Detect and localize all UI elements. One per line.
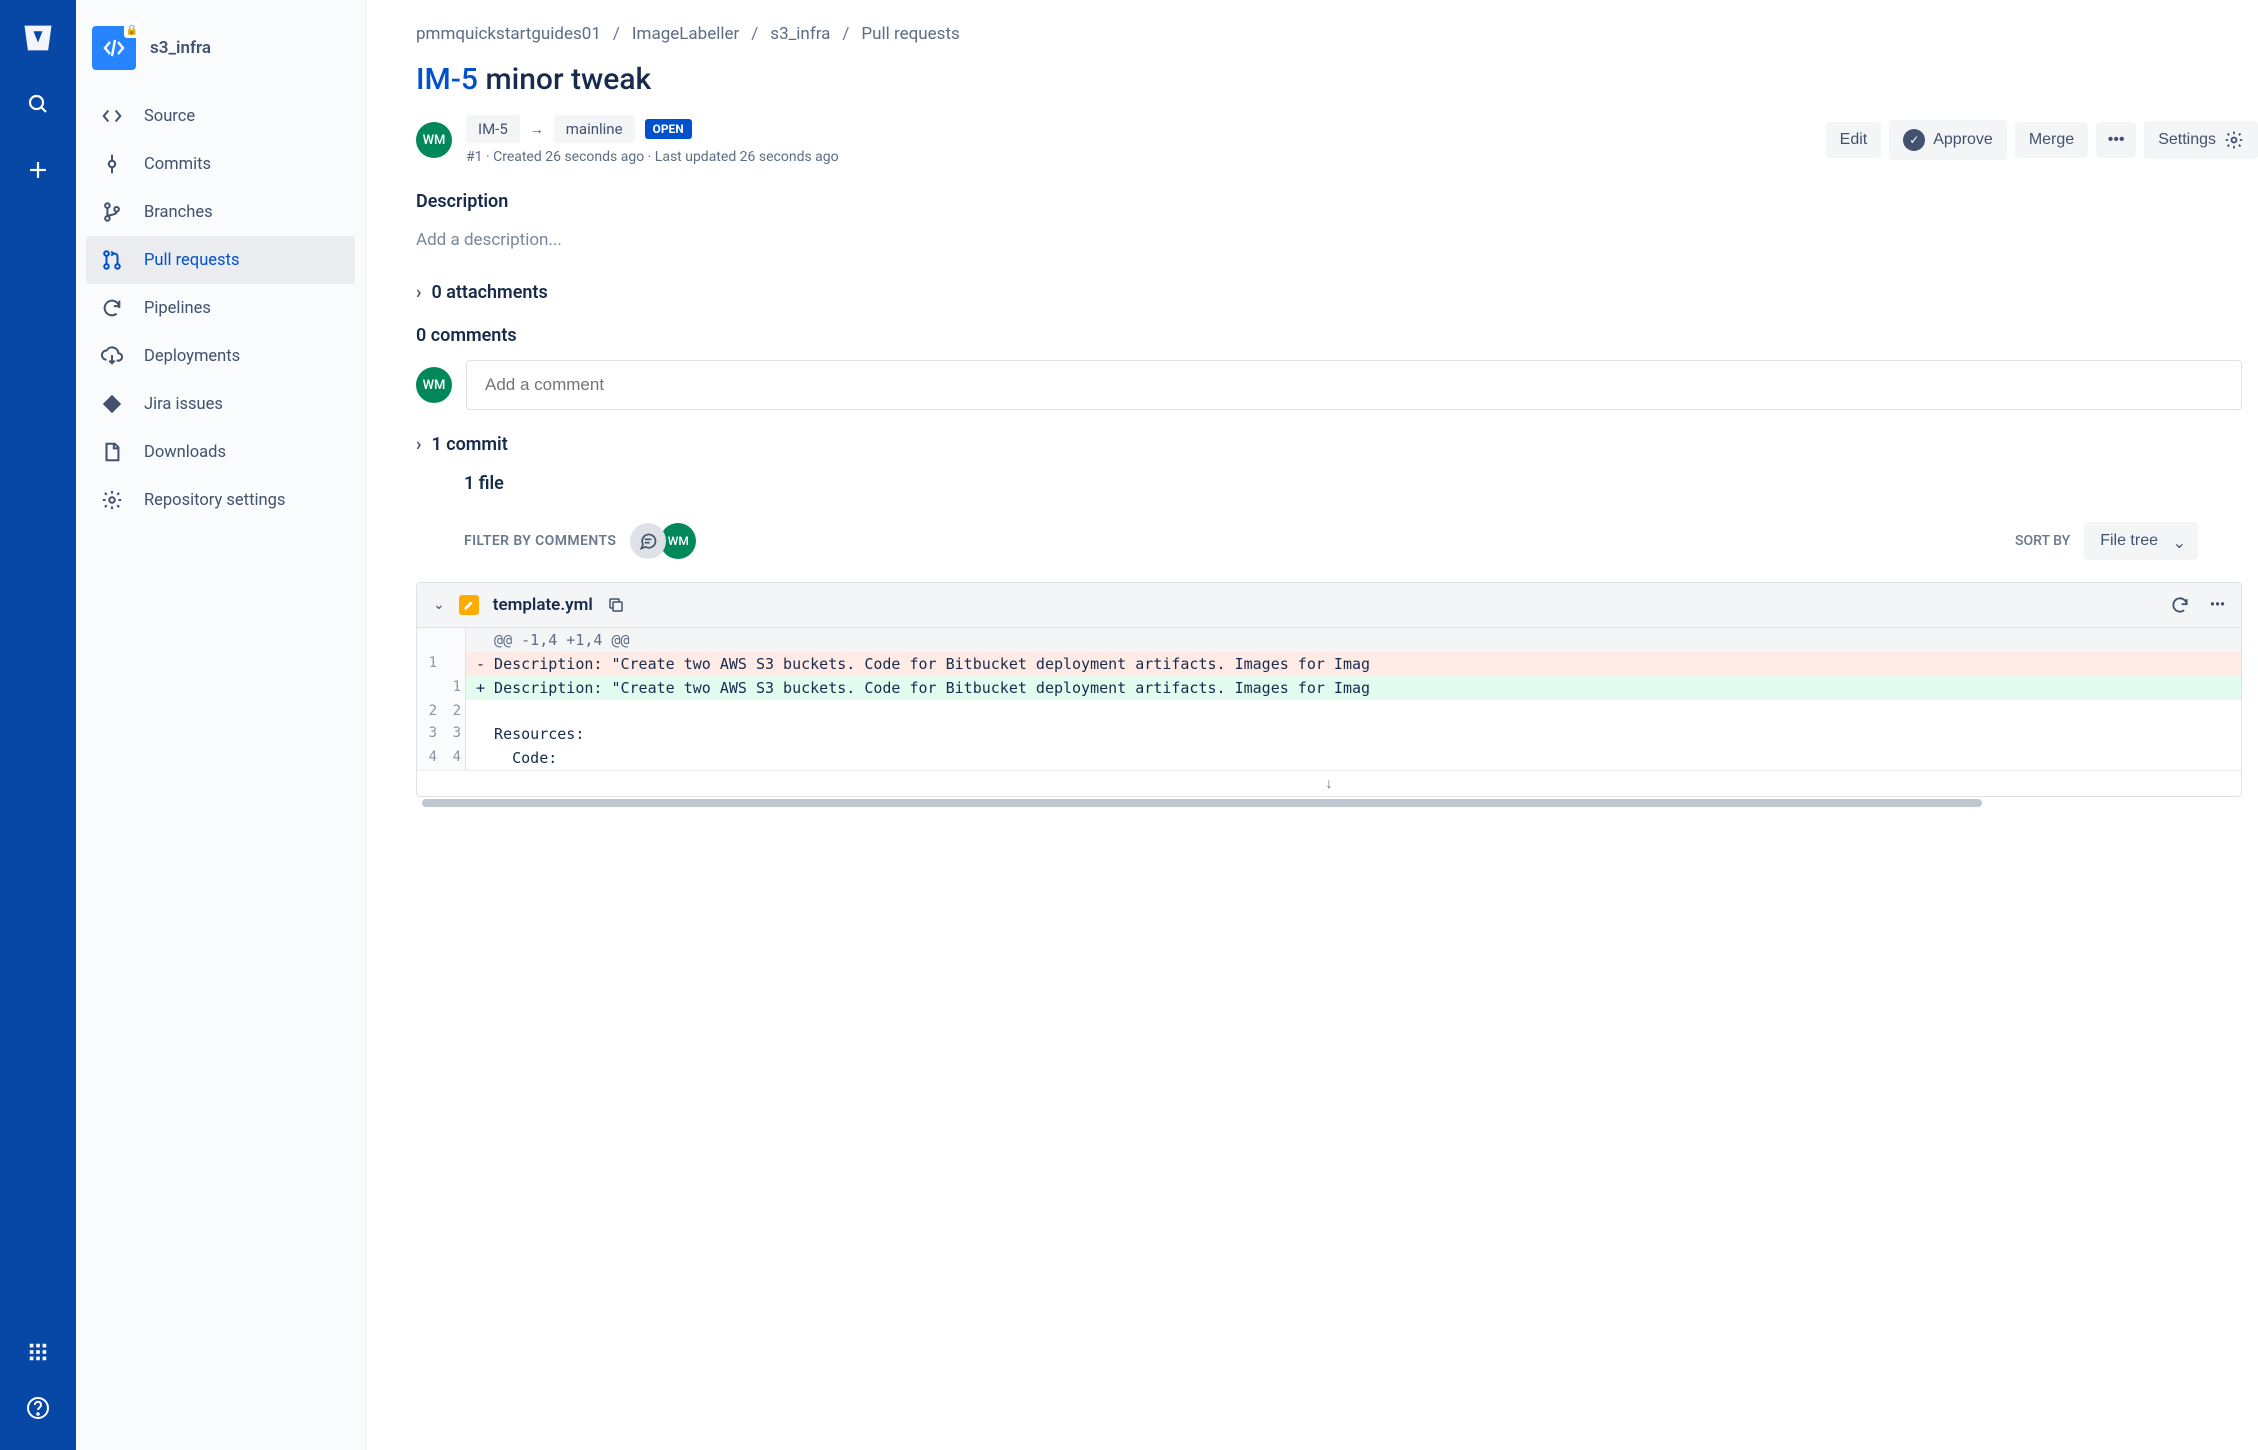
sidebar-item-label: Commits xyxy=(144,155,211,174)
diff-line[interactable]: 22 xyxy=(417,700,2241,722)
sidebar-item-label: Pull requests xyxy=(144,251,239,270)
settings-button[interactable]: Settings xyxy=(2144,121,2258,159)
sidebar-item-source[interactable]: Source xyxy=(86,92,355,140)
gear-icon xyxy=(2224,130,2244,150)
filter-by-comments-label: FILTER BY COMMENTS xyxy=(464,533,616,549)
lock-icon: 🔒 xyxy=(124,22,140,38)
diff-file: ⌄ template.yml ••• @@ -1,4 +1,4 @@1- Des… xyxy=(416,582,2242,797)
repo-name: s3_infra xyxy=(150,38,211,58)
diff-filename[interactable]: template.yml xyxy=(493,595,593,615)
breadcrumb-section[interactable]: Pull requests xyxy=(861,24,959,44)
diff-line[interactable]: 33 Resources: xyxy=(417,722,2241,746)
breadcrumb-repo[interactable]: s3_infra xyxy=(770,24,830,44)
sidebar-item-deployments[interactable]: Deployments xyxy=(86,332,355,380)
refresh-icon[interactable] xyxy=(2170,595,2190,615)
target-branch[interactable]: mainline xyxy=(554,115,635,143)
merge-button[interactable]: Merge xyxy=(2015,122,2088,158)
more-actions-button[interactable]: ••• xyxy=(2096,122,2136,158)
attachments-toggle[interactable]: › 0 attachments xyxy=(416,282,2258,303)
pr-meta: #1 · Created 26 seconds ago · Last updat… xyxy=(466,149,1812,165)
sidebar-item-repo-settings[interactable]: Repository settings xyxy=(86,476,355,524)
approve-button[interactable]: ✓ Approve xyxy=(1889,120,2007,160)
source-icon xyxy=(100,104,124,128)
chevron-down-icon[interactable]: ⌄ xyxy=(433,597,445,613)
sidebar-item-pull-requests[interactable]: Pull requests xyxy=(86,236,355,284)
downloads-icon xyxy=(100,440,124,464)
commits-toggle[interactable]: › 1 commit xyxy=(416,434,2258,455)
comment-input[interactable] xyxy=(466,360,2242,410)
sort-by-label: SORT BY xyxy=(2015,533,2070,549)
jira-icon xyxy=(100,392,124,416)
gear-icon xyxy=(100,488,124,512)
diff-line[interactable]: 44 Code: xyxy=(417,746,2241,770)
sidebar-item-label: Source xyxy=(144,107,195,126)
commits-icon xyxy=(100,152,124,176)
diff-line[interactable]: 1- Description: "Create two AWS S3 bucke… xyxy=(417,652,2241,676)
expand-diff-button[interactable]: ↓ xyxy=(417,770,2241,796)
filter-all-comments-button[interactable] xyxy=(630,523,666,559)
sidebar-item-pipelines[interactable]: Pipelines xyxy=(86,284,355,332)
edit-button[interactable]: Edit xyxy=(1826,122,1882,158)
breadcrumb: pmmquickstartguides01/ ImageLabeller/ s3… xyxy=(416,24,2258,44)
check-circle-icon: ✓ xyxy=(1903,129,1925,151)
pr-title: IM-5 minor tweak xyxy=(416,62,2258,97)
file-count: 1 file xyxy=(464,473,2258,494)
repo-sidebar: 🔒 s3_infra Source Commits Branches Pull … xyxy=(76,0,366,1450)
ellipsis-icon[interactable]: ••• xyxy=(2210,597,2225,613)
branches-icon xyxy=(100,200,124,224)
diff-line[interactable]: 1+ Description: "Create two AWS S3 bucke… xyxy=(417,676,2241,700)
deployments-icon xyxy=(100,344,124,368)
arrow-right-icon: → xyxy=(530,121,544,138)
horizontal-scrollbar[interactable] xyxy=(416,799,2242,809)
description-placeholder[interactable]: Add a description... xyxy=(416,226,2258,254)
sidebar-item-label: Deployments xyxy=(144,347,240,366)
source-branch[interactable]: IM-5 xyxy=(466,115,520,143)
repo-header[interactable]: 🔒 s3_infra xyxy=(86,20,355,88)
sidebar-item-label: Pipelines xyxy=(144,299,211,318)
ellipsis-icon: ••• xyxy=(2108,131,2125,149)
sidebar-item-label: Branches xyxy=(144,203,213,222)
chevron-down-icon: ⌄ xyxy=(2173,533,2186,553)
sidebar-item-commits[interactable]: Commits xyxy=(86,140,355,188)
search-icon[interactable] xyxy=(20,86,56,122)
breadcrumb-workspace[interactable]: pmmquickstartguides01 xyxy=(416,24,601,44)
help-icon[interactable] xyxy=(20,1390,56,1426)
main-content: pmmquickstartguides01/ ImageLabeller/ s3… xyxy=(366,0,2258,1450)
author-avatar[interactable]: WM xyxy=(416,122,452,158)
sidebar-item-jira-issues[interactable]: Jira issues xyxy=(86,380,355,428)
copy-icon[interactable] xyxy=(607,596,625,614)
pipelines-icon xyxy=(100,296,124,320)
chevron-right-icon: › xyxy=(416,282,421,303)
sidebar-item-downloads[interactable]: Downloads xyxy=(86,428,355,476)
issue-key-link[interactable]: IM-5 xyxy=(416,62,478,97)
pull-requests-icon xyxy=(100,248,124,272)
modified-badge-icon xyxy=(459,595,479,615)
breadcrumb-project[interactable]: ImageLabeller xyxy=(632,24,739,44)
description-heading: Description xyxy=(416,191,2258,212)
bitbucket-logo-icon[interactable] xyxy=(20,20,56,56)
global-rail xyxy=(0,0,76,1450)
comment-icon xyxy=(638,531,658,551)
create-icon[interactable] xyxy=(20,152,56,188)
sort-select[interactable]: File tree ⌄ xyxy=(2084,522,2198,560)
pr-title-text: minor tweak xyxy=(478,62,651,97)
status-badge: OPEN xyxy=(645,119,692,139)
sidebar-item-branches[interactable]: Branches xyxy=(86,188,355,236)
apps-icon[interactable] xyxy=(20,1334,56,1370)
sidebar-item-label: Downloads xyxy=(144,443,226,462)
comments-heading: 0 comments xyxy=(416,325,2258,346)
sidebar-item-label: Jira issues xyxy=(144,395,223,414)
chevron-right-icon: › xyxy=(416,434,421,455)
commenter-avatar[interactable]: WM xyxy=(416,367,452,403)
sidebar-item-label: Repository settings xyxy=(144,491,285,510)
repo-avatar-icon: 🔒 xyxy=(92,26,136,70)
